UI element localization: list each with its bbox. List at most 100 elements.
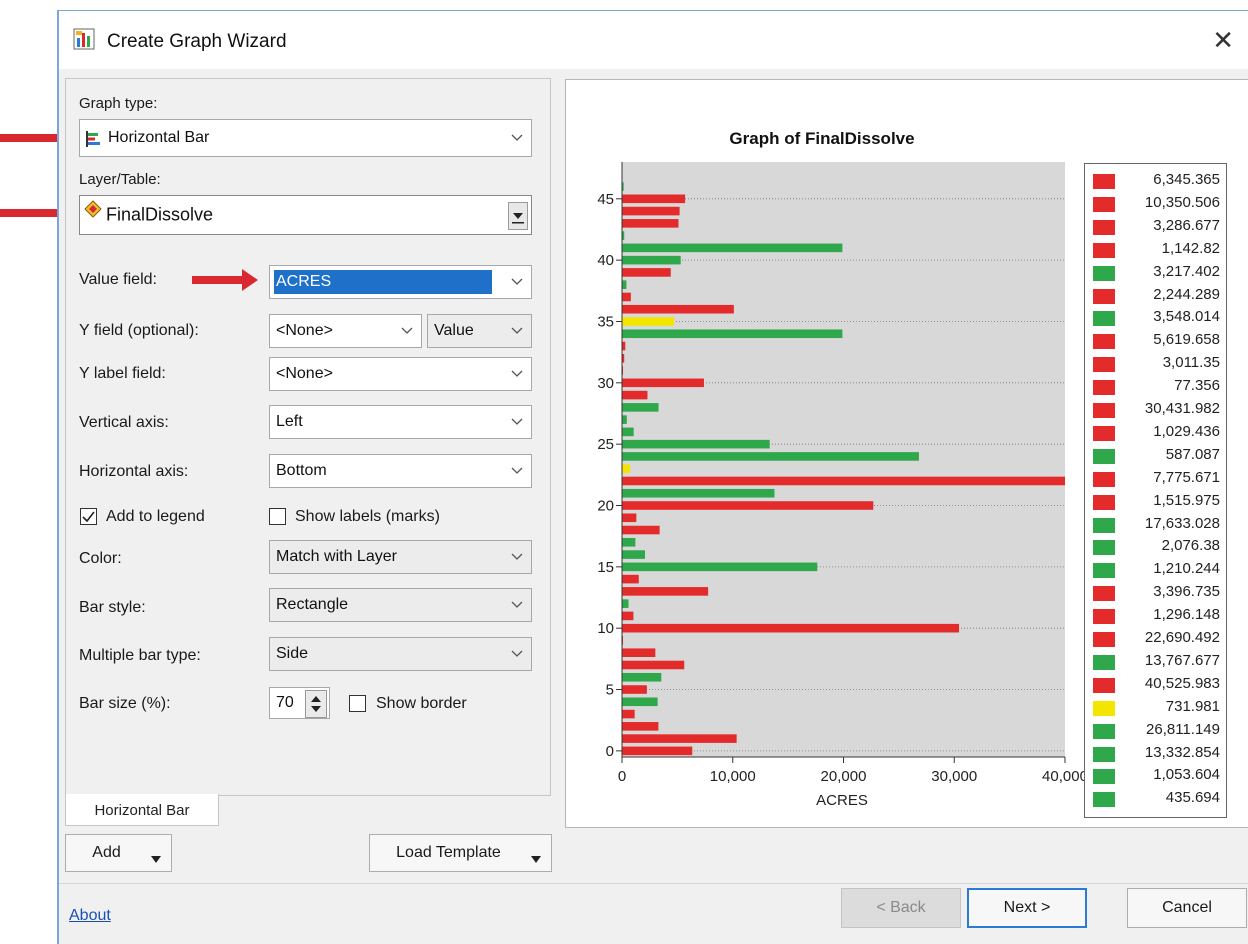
layer-icon [84, 200, 102, 223]
next-button[interactable]: Next > [967, 888, 1087, 928]
graph-type-label: Graph type: [79, 95, 158, 112]
bar [622, 623, 960, 633]
footer-divider [59, 883, 1248, 884]
legend-swatch [1093, 746, 1115, 762]
legend-swatch [1093, 242, 1115, 258]
legend-item: 22,690.492 [1085, 628, 1226, 650]
legend-item: 30,431.982 [1085, 399, 1226, 421]
y-field-type-select[interactable]: Value [427, 314, 532, 348]
legend-label: 435.694 [1165, 789, 1220, 807]
back-button[interactable]: < Back [841, 888, 961, 928]
legend-swatch [1093, 723, 1115, 739]
bar [622, 464, 631, 473]
load-template-label: Load Template [396, 844, 501, 861]
legend-item: 3,286.677 [1085, 216, 1226, 238]
bar [622, 206, 680, 216]
annotation-arrow-value-field [192, 269, 258, 291]
layer-dropdown-button[interactable] [508, 202, 528, 230]
add-to-legend-label: Add to legend [106, 508, 205, 525]
legend-label: 77.356 [1174, 377, 1220, 395]
y-tick-label: 10 [597, 620, 614, 637]
bar-size-stepper[interactable]: 70 [269, 687, 330, 719]
legend-item: 1,296.148 [1085, 605, 1226, 627]
bar [622, 439, 770, 449]
bar-style-select[interactable]: Rectangle [269, 588, 532, 622]
legend-swatch [1093, 632, 1115, 647]
legend-swatch [1093, 494, 1115, 510]
legend-label: 6,345.365 [1153, 171, 1220, 188]
chevron-down-icon [401, 327, 413, 335]
y-field-label: Y field (optional): [79, 322, 199, 339]
chevron-down-icon [511, 601, 523, 609]
y-tick-label: 30 [597, 375, 614, 392]
graph-type-value: Horizontal Bar [108, 129, 210, 146]
bar [622, 734, 737, 743]
value-field-value: ACRES [276, 273, 332, 290]
back-button-label: < Back [876, 899, 926, 916]
graph-type-select[interactable]: Horizontal Bar [79, 119, 532, 157]
bar [622, 243, 843, 253]
chevron-down-icon [511, 650, 523, 658]
legend-item: 17,633.028 [1085, 514, 1226, 536]
bar [622, 452, 919, 461]
legend-label: 1,210.244 [1153, 560, 1220, 578]
color-label: Color: [79, 550, 122, 567]
y-tick-label: 5 [606, 682, 614, 699]
layer-table-select[interactable]: FinalDissolve [79, 195, 532, 235]
legend-swatch [1093, 311, 1115, 327]
vertical-axis-select[interactable]: Left [269, 405, 532, 439]
legend-label: 1,515.975 [1153, 491, 1220, 509]
spinner-arrows-icon[interactable] [305, 690, 327, 718]
legend-item: 26,811.149 [1085, 720, 1226, 742]
about-link[interactable]: About [69, 907, 111, 925]
legend-swatch [1093, 380, 1115, 396]
legend-swatch [1093, 471, 1115, 487]
y-label-field-select[interactable]: <None> [269, 357, 532, 391]
horizontal-axis-select[interactable]: Bottom [269, 454, 532, 488]
legend-item: 1,053.604 [1085, 765, 1226, 787]
legend-label: 17,633.028 [1144, 514, 1220, 532]
bar-size-value: 70 [276, 694, 294, 711]
y-tick-label: 35 [597, 313, 614, 330]
legend-item: 1,142.82 [1085, 239, 1226, 261]
cancel-button[interactable]: Cancel [1127, 888, 1247, 928]
bar [622, 403, 659, 412]
bar [622, 672, 662, 682]
bar [622, 550, 645, 559]
add-button[interactable]: Add [65, 834, 172, 872]
chevron-down-icon [511, 553, 523, 561]
legend-label: 3,011.35 [1162, 354, 1220, 372]
close-icon[interactable]: ✕ [1212, 25, 1234, 56]
legend-item: 7,775.671 [1085, 468, 1226, 490]
legend-swatch [1093, 196, 1115, 212]
load-template-button[interactable]: Load Template [369, 834, 552, 872]
y-field-select[interactable]: <None> [269, 314, 422, 348]
legend-swatch [1093, 700, 1115, 716]
legend-label: 2,244.289 [1153, 285, 1220, 303]
layer-table-label: Layer/Table: [79, 171, 161, 188]
bar [622, 501, 874, 510]
bar-size-label: Bar size (%): [79, 695, 171, 712]
y-field-type-value: Value [434, 322, 474, 339]
value-field-select[interactable]: ACRES [269, 265, 532, 299]
bar [622, 219, 679, 228]
bar [622, 427, 634, 437]
tab-horizontal-bar[interactable]: Horizontal Bar [65, 794, 219, 826]
bar [622, 587, 709, 596]
bar [622, 317, 675, 326]
show-labels-checkbox[interactable] [269, 508, 286, 525]
legend-item: 13,332.854 [1085, 743, 1226, 765]
bar [622, 268, 671, 277]
legend-item: 731.981 [1085, 697, 1226, 719]
show-border-checkbox[interactable] [349, 695, 366, 712]
bar [622, 525, 660, 535]
multiple-bar-type-select[interactable]: Side [269, 637, 532, 671]
bar [622, 390, 648, 400]
add-to-legend-checkbox[interactable] [80, 508, 97, 525]
legend-item: 3,548.014 [1085, 307, 1226, 329]
y-tick-label: 20 [597, 498, 614, 515]
legend-item: 1,029.436 [1085, 422, 1226, 444]
color-select[interactable]: Match with Layer [269, 540, 532, 574]
legend-label: 10,350.506 [1144, 193, 1220, 211]
legend-label: 13,332.854 [1144, 743, 1220, 761]
